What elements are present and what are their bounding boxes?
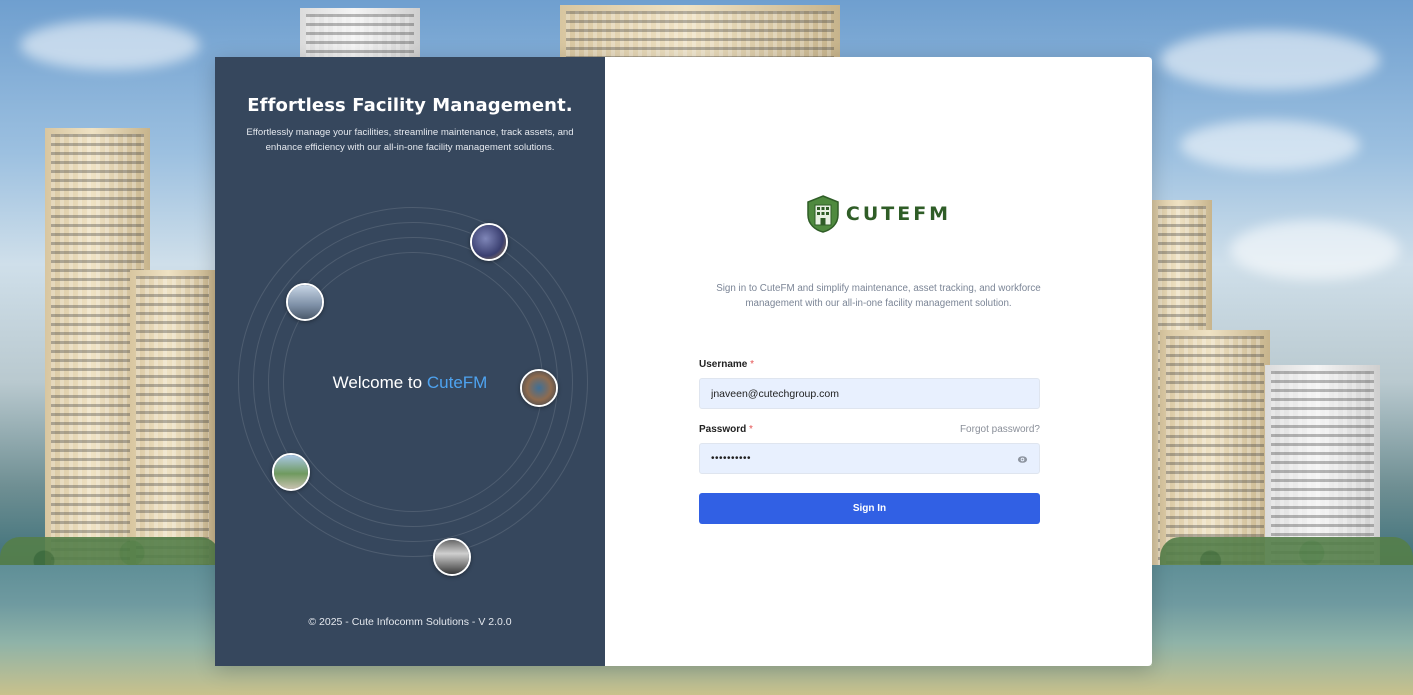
- promo-panel: Effortless Facility Management. Effortle…: [215, 57, 605, 666]
- username-label: Username *: [699, 358, 755, 370]
- building-shield-icon: [807, 195, 839, 233]
- username-field[interactable]: [699, 378, 1040, 409]
- password-field[interactable]: ••••••••••: [699, 443, 1040, 474]
- welcome-prefix: Welcome to: [332, 373, 423, 392]
- eye-icon[interactable]: [1017, 454, 1028, 465]
- facility-photo-avatar: [470, 223, 508, 261]
- login-form: Username * Password * Forgot password? •…: [699, 357, 1040, 524]
- forgot-password-link[interactable]: Forgot password?: [960, 424, 1040, 435]
- username-label-row: Username *: [699, 357, 1040, 371]
- facility-photo-avatar: [272, 453, 310, 491]
- required-marker: *: [749, 423, 753, 435]
- promo-subtext: Effortlessly manage your facilities, str…: [246, 127, 574, 153]
- promo-headline: Effortless Facility Management.: [247, 95, 573, 116]
- username-input[interactable]: [711, 387, 1028, 400]
- brand-logo: CUTEFM: [605, 195, 1152, 233]
- logo-wordmark: CUTEFM: [845, 203, 952, 225]
- facility-photo-avatar: [286, 283, 324, 321]
- copyright-footer: © 2025 - Cute Infocomm Solutions - V 2.0…: [308, 616, 512, 628]
- welcome-brand: CuteFM: [426, 373, 488, 392]
- login-card: Effortless Facility Management. Effortle…: [215, 57, 1152, 666]
- signin-tagline: Sign in to CuteFM and simplify maintenan…: [716, 283, 1041, 309]
- password-input[interactable]: ••••••••••: [711, 453, 751, 464]
- facility-photo-avatar: [433, 538, 471, 576]
- sign-in-button[interactable]: Sign In: [699, 493, 1040, 524]
- required-marker: *: [750, 358, 755, 370]
- login-panel: CUTEFM Sign in to CuteFM and simplify ma…: [605, 57, 1152, 666]
- facility-photo-avatar: [520, 369, 558, 407]
- password-label-row: Password * Forgot password?: [699, 422, 1040, 436]
- password-label: Password *: [699, 423, 753, 435]
